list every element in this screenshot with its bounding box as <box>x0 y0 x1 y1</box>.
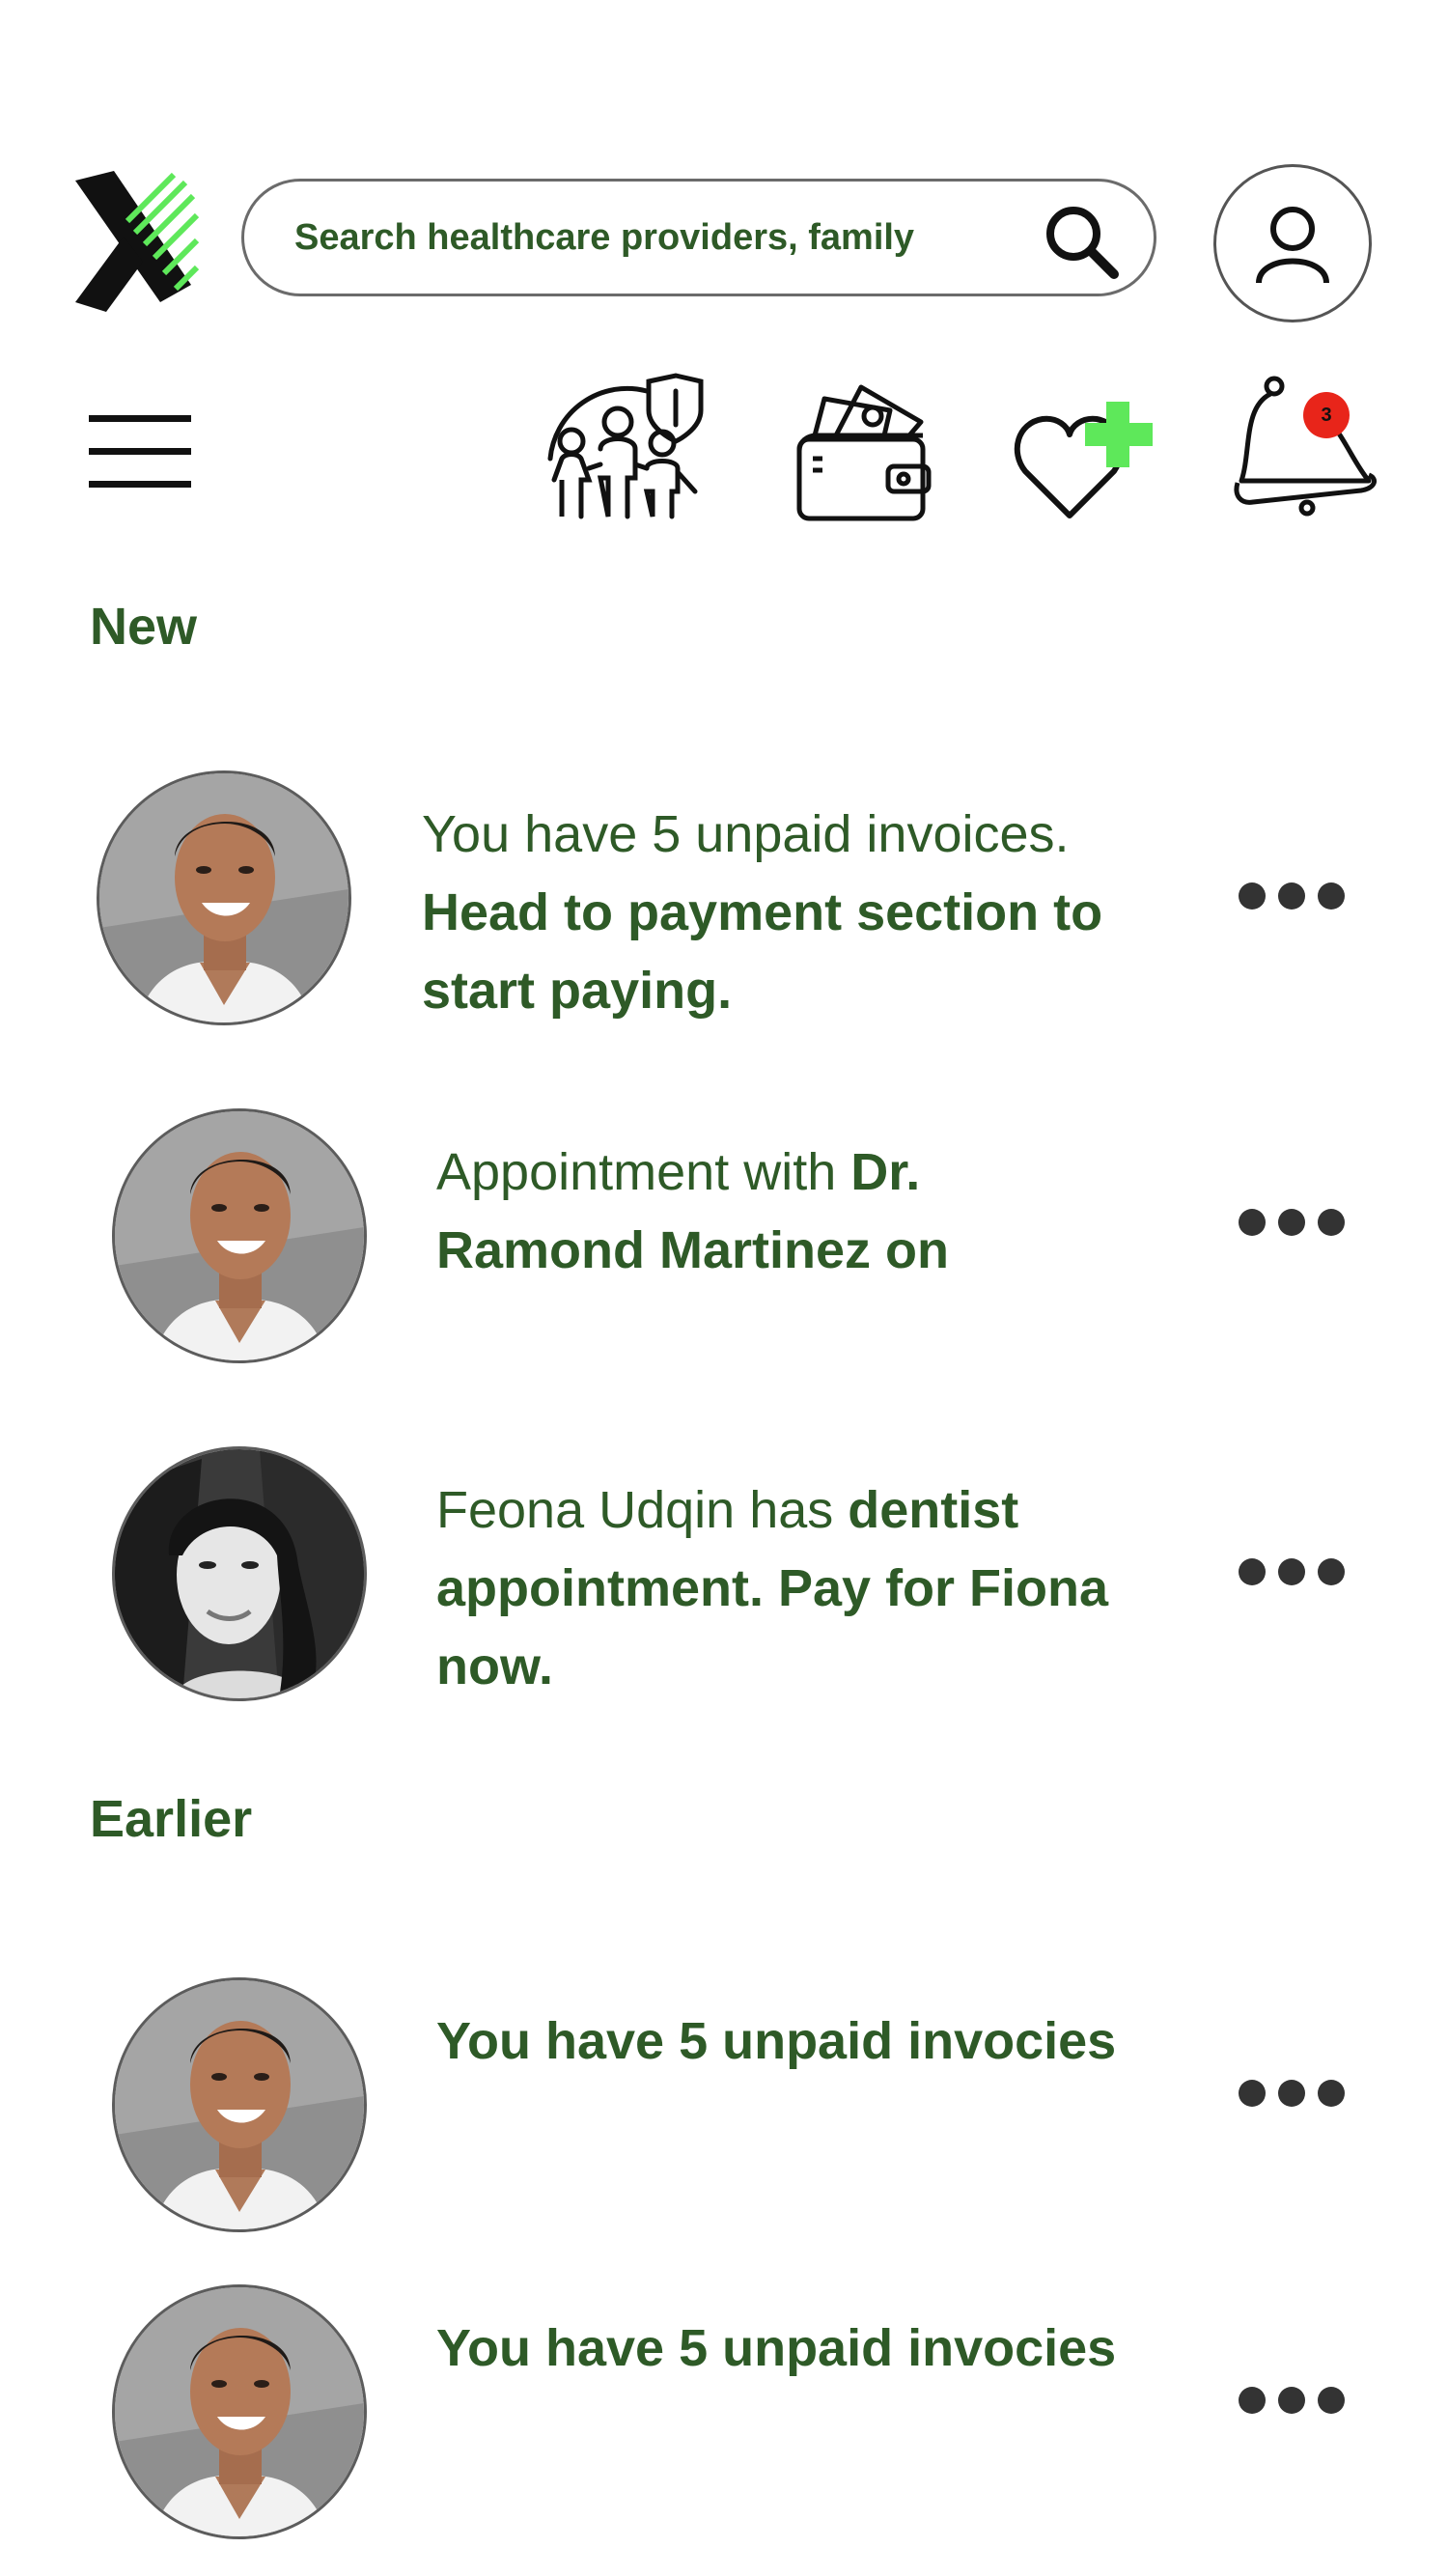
notification-message: You have 5 unpaid invocies <box>436 2310 1209 2388</box>
notification-text: Feona Udqin has <box>436 1481 849 1539</box>
woman-avatar-photo <box>115 1449 364 1698</box>
avatar[interactable] <box>97 770 351 1025</box>
notification-message: Feona Udqin has dentist appointment. Pay… <box>436 1471 1131 1706</box>
notification-text: Appointment with <box>436 1143 851 1201</box>
man-avatar-photo <box>99 773 348 1022</box>
user-icon <box>1256 207 1329 284</box>
avatar[interactable] <box>112 1108 367 1363</box>
notification-text-bold: You have 5 unpaid invocies <box>436 2319 1117 2377</box>
notification-message: You have 5 unpaid invoices. Head to paym… <box>422 796 1136 1030</box>
man-avatar-photo <box>115 2287 364 2536</box>
family-icon[interactable] <box>541 372 705 526</box>
notification-message: You have 5 unpaid invocies <box>436 2002 1209 2081</box>
more-options-button[interactable] <box>1239 877 1345 915</box>
avatar[interactable] <box>112 1977 367 2232</box>
notification-text-bold: Head to payment section to start paying. <box>422 883 1103 1020</box>
notification-badge: 3 <box>1303 392 1350 438</box>
health-heart-icon[interactable] <box>1014 396 1168 521</box>
wallet-icon[interactable] <box>794 381 938 526</box>
notification-message: Appointment with Dr. Ramond Martinez on <box>436 1134 1054 1290</box>
section-title-new: New <box>90 598 198 656</box>
man-avatar-photo <box>115 1980 364 2229</box>
bell-icon[interactable] <box>1234 375 1378 519</box>
more-options-button[interactable] <box>1239 2381 1345 2420</box>
notification-text: You have 5 unpaid invoices. <box>422 805 1070 863</box>
app-logo <box>75 171 200 312</box>
search-bar[interactable] <box>241 179 1156 296</box>
search-icon[interactable] <box>1043 203 1120 280</box>
section-title-earlier: Earlier <box>90 1790 253 1848</box>
notification-text-bold: You have 5 unpaid invocies <box>436 2012 1117 2070</box>
profile-button[interactable] <box>1213 164 1372 322</box>
avatar[interactable] <box>112 2284 367 2539</box>
avatar[interactable] <box>112 1446 367 1701</box>
more-options-button[interactable] <box>1239 1553 1345 1591</box>
man-avatar-photo <box>115 1111 364 1360</box>
more-options-button[interactable] <box>1239 1203 1345 1242</box>
search-input[interactable] <box>292 215 1030 260</box>
more-options-button[interactable] <box>1239 2074 1345 2113</box>
menu-icon[interactable] <box>89 413 191 489</box>
